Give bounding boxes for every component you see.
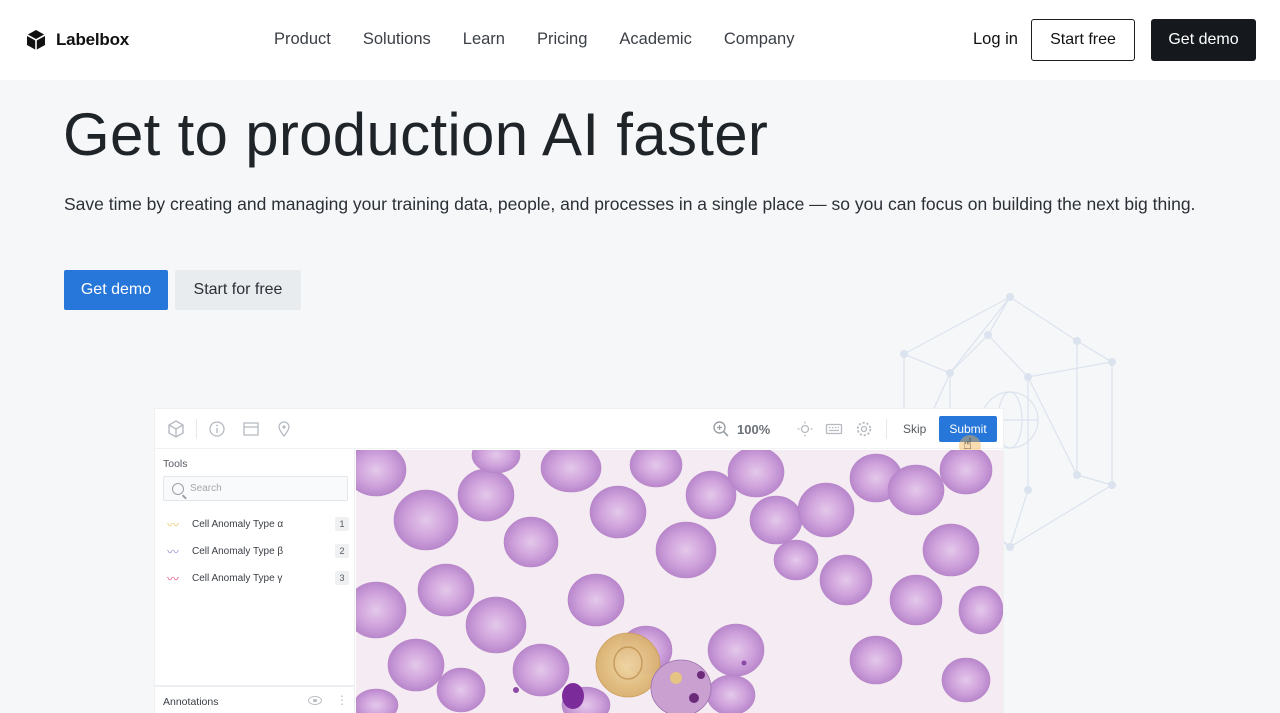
start-free-button[interactable]: Start free: [1031, 19, 1135, 61]
search-icon: [172, 482, 184, 495]
hero-title: Get to production AI faster: [63, 101, 769, 168]
tool-search-input[interactable]: Search: [163, 476, 348, 501]
freehand-tool-icon: 〰: [167, 571, 180, 586]
location-pin-icon[interactable]: [275, 420, 293, 438]
top-nav: Labelbox Product Solutions Learn Pricing…: [0, 0, 1280, 80]
keyboard-icon[interactable]: [825, 420, 843, 438]
nav-link-learn[interactable]: Learn: [463, 30, 505, 49]
hero-subtitle: Save time by creating and managing your …: [64, 194, 1196, 214]
app-toolbar: 100% Skip Submit ☝: [155, 409, 1003, 457]
tools-sidebar: Tools Search 〰 Cell Anomaly Type α 1 〰 C…: [155, 449, 355, 713]
more-options-icon[interactable]: ⋮: [336, 693, 348, 707]
hotkey-badge: 3: [335, 571, 349, 585]
zoom-level: 100%: [737, 422, 771, 437]
nav-link-company[interactable]: Company: [724, 30, 795, 49]
labelbox-mini-logo-icon[interactable]: [167, 420, 185, 438]
nav-link-pricing[interactable]: Pricing: [537, 30, 587, 49]
toolbar-divider: [196, 419, 197, 439]
logo[interactable]: Labelbox: [26, 29, 129, 51]
visibility-eye-icon[interactable]: [308, 696, 322, 705]
tool-name: Cell Anomaly Type γ: [192, 572, 283, 584]
get-demo-nav-button[interactable]: Get demo: [1151, 19, 1256, 61]
hotkey-badge: 1: [335, 517, 349, 531]
toolbar-divider: [886, 419, 887, 439]
info-icon[interactable]: [208, 420, 226, 438]
tools-heading: Tools: [163, 458, 188, 470]
tool-name: Cell Anomaly Type α: [192, 518, 284, 530]
get-demo-button[interactable]: Get demo: [64, 270, 168, 310]
login-link[interactable]: Log in: [973, 30, 1018, 49]
start-for-free-button[interactable]: Start for free: [175, 270, 301, 310]
search-placeholder: Search: [190, 483, 222, 494]
image-panel-icon[interactable]: [242, 420, 260, 438]
image-canvas[interactable]: [356, 450, 1003, 713]
settings-gear-icon[interactable]: [855, 420, 873, 438]
tool-item-alpha[interactable]: 〰 Cell Anomaly Type α 1: [163, 513, 349, 535]
nav-links: Product Solutions Learn Pricing Academic…: [274, 30, 794, 49]
tool-item-beta[interactable]: 〰 Cell Anomaly Type β 2: [163, 540, 349, 562]
nav-link-academic[interactable]: Academic: [619, 30, 691, 49]
nav-link-product[interactable]: Product: [274, 30, 331, 49]
annotations-panel: Annotations ⋮: [155, 685, 355, 713]
hotkey-badge: 2: [335, 544, 349, 558]
brightness-icon[interactable]: [796, 420, 814, 438]
zoom-in-icon[interactable]: [712, 420, 730, 438]
brand-name: Labelbox: [56, 30, 130, 49]
tool-item-gamma[interactable]: 〰 Cell Anomaly Type γ 3: [163, 567, 349, 589]
freehand-tool-icon: 〰: [167, 517, 180, 532]
nav-link-solutions[interactable]: Solutions: [363, 30, 431, 49]
blood-smear-image: [356, 450, 1003, 713]
labeling-app-preview: 100% Skip Submit ☝ Tools Search 〰 Cell A…: [155, 409, 1003, 713]
tool-name: Cell Anomaly Type β: [192, 545, 284, 557]
skip-button[interactable]: Skip: [903, 422, 926, 436]
freehand-tool-icon: 〰: [167, 544, 180, 559]
annotations-heading: Annotations: [163, 696, 219, 708]
labelbox-logo-icon: [26, 30, 46, 50]
